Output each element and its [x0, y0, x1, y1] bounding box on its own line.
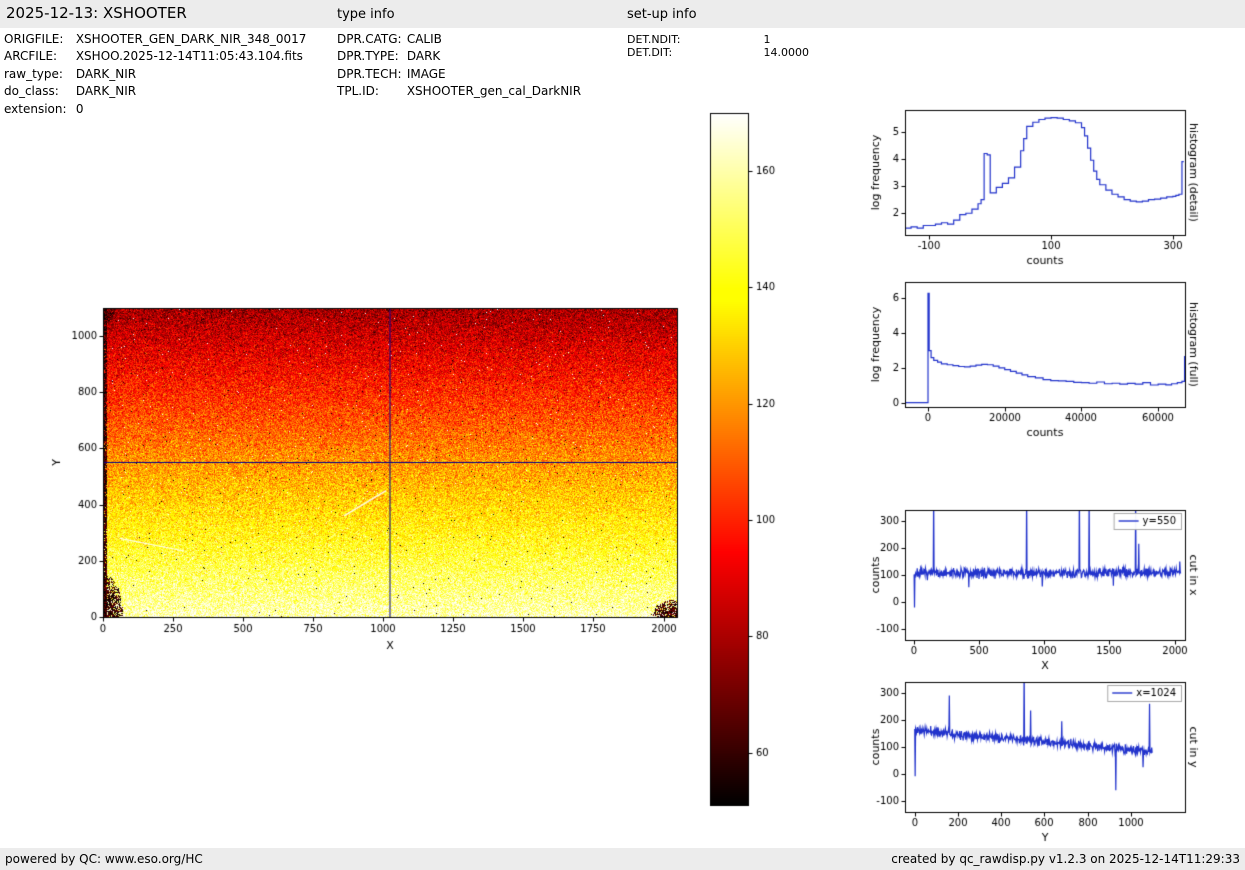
- detector-image-plot: [45, 288, 695, 653]
- qc-report-page: 2025-12-13: XSHOOTER type info set-up in…: [0, 0, 1245, 870]
- histogram-full-plot: [865, 272, 1200, 444]
- info-value: IMAGE: [406, 66, 446, 81]
- info-row-detdit: DET.DIT: 14.0000: [627, 46, 809, 59]
- header-bar: 2025-12-13: XSHOOTER type info set-up in…: [0, 0, 1245, 28]
- footer-created-by: created by qc_rawdisp.py v1.2.3 on 2025-…: [891, 852, 1240, 866]
- cut-in-y-plot: [865, 672, 1200, 848]
- info-value: 14.0000: [763, 46, 810, 59]
- info-label: raw_type:: [4, 66, 63, 81]
- info-value: XSHOO.2025-12-14T11:05:43.104.fits: [75, 49, 303, 64]
- info-row-dprtech: DPR.TECH: IMAGE: [337, 66, 581, 83]
- info-label: TPL.ID:: [337, 84, 379, 99]
- info-value: CALIB: [406, 32, 442, 46]
- info-value: 1: [763, 33, 771, 46]
- info-row-dprtype: DPR.TYPE: DARK: [337, 48, 581, 65]
- info-row-doclass: do_class: DARK_NIR: [4, 83, 306, 100]
- info-value: 0: [75, 101, 84, 116]
- info-row-arcfile: ARCFILE: XSHOO.2025-12-14T11:05:43.104.f…: [4, 48, 306, 65]
- footer-bar: powered by QC: www.eso.org/HC created by…: [0, 848, 1245, 870]
- info-label: DPR.TYPE:: [337, 49, 399, 64]
- info-row-rawtype: raw_type: DARK_NIR: [4, 66, 306, 83]
- info-label: DET.DIT:: [627, 46, 673, 59]
- footer-powered-by: powered by QC: www.eso.org/HC: [5, 852, 203, 866]
- type-info-heading: type info: [337, 7, 395, 22]
- info-label: ARCFILE:: [4, 49, 58, 64]
- type-info-block: DPR.CATG: CALIB DPR.TYPE: DARK DPR.TECH:…: [337, 31, 581, 101]
- info-label: DET.NDIT:: [627, 33, 681, 46]
- setup-info-heading: set-up info: [627, 7, 697, 22]
- info-row-tplid: TPL.ID: XSHOOTER_gen_cal_DarkNIR: [337, 83, 581, 100]
- info-label: DPR.TECH:: [337, 66, 402, 81]
- info-value: DARK: [406, 49, 441, 64]
- info-value: XSHOOTER_GEN_DARK_NIR_348_0017: [75, 32, 307, 46]
- setup-info-block: DET.NDIT: 1 DET.DIT: 14.0000: [627, 33, 809, 59]
- colorbar: [700, 105, 805, 820]
- info-row-origfile: ORIGFILE: XSHOOTER_GEN_DARK_NIR_348_0017: [4, 31, 306, 48]
- info-value: DARK_NIR: [75, 84, 137, 99]
- info-row-detndit: DET.NDIT: 1: [627, 33, 809, 46]
- info-row-extension: extension: 0: [4, 101, 306, 118]
- info-label: do_class:: [4, 84, 59, 99]
- info-label: DPR.CATG:: [337, 32, 402, 46]
- page-title: 2025-12-13: XSHOOTER: [6, 4, 187, 22]
- histogram-detail-plot: [865, 100, 1200, 272]
- info-label: extension:: [4, 101, 67, 116]
- info-row-dprcatg: DPR.CATG: CALIB: [337, 31, 581, 48]
- info-value: DARK_NIR: [75, 66, 137, 81]
- cut-in-x-plot: [865, 500, 1200, 676]
- info-value: XSHOOTER_gen_cal_DarkNIR: [406, 84, 582, 99]
- file-info-block: ORIGFILE: XSHOOTER_GEN_DARK_NIR_348_0017…: [4, 31, 306, 118]
- info-label: ORIGFILE:: [4, 32, 64, 46]
